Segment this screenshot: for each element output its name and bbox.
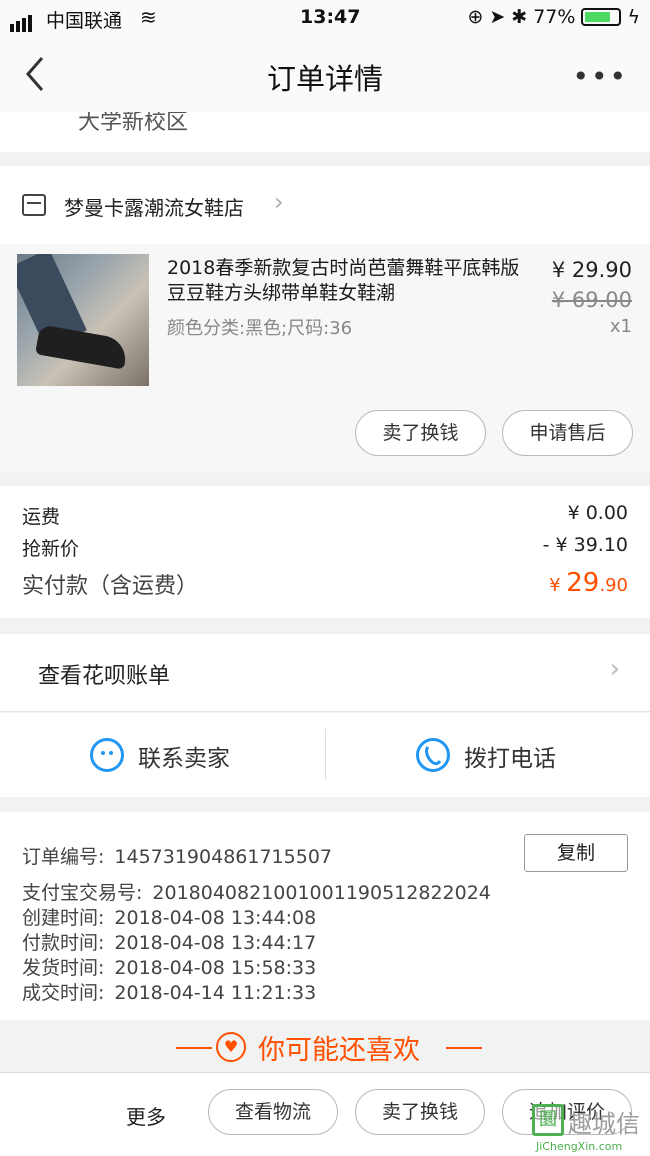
- recommend-header: ♥ 你可能还喜欢: [0, 1020, 650, 1072]
- shipping-label: 运费: [22, 506, 61, 528]
- alipay-number: 2018040821001001190512822024: [152, 882, 491, 904]
- clock: 13:47: [300, 6, 361, 28]
- created-row: 创建时间: 2018-04-08 13:44:08: [22, 907, 317, 929]
- shipping-value: ¥ 0.00: [567, 502, 628, 524]
- copy-button[interactable]: 复制: [524, 834, 628, 872]
- address-text: 大学新校区: [78, 112, 189, 135]
- total-label: 实付款（含运费）: [22, 574, 199, 599]
- alipay-row: 支付宝交易号: 2018040821001001190512822024: [22, 882, 491, 904]
- huabei-bill-row[interactable]: 查看花呗账单 ›: [0, 634, 650, 712]
- watermark-logo: 圜 趣城信 JiChengXin.com: [532, 1104, 650, 1156]
- total-row: 实付款（含运费） ¥ 29.90: [22, 568, 628, 600]
- contact-seller-label: 联系卖家: [138, 746, 230, 772]
- shop-name: 梦曼卡露潮流女鞋店: [64, 196, 244, 220]
- huabei-label: 查看花呗账单: [38, 664, 171, 689]
- shipped-row: 发货时间: 2018-04-08 15:58:33: [22, 957, 317, 979]
- product-image[interactable]: [17, 254, 149, 386]
- location-icon: ➤: [489, 6, 506, 28]
- page-title: 订单详情: [266, 62, 383, 96]
- battery-icon: [581, 8, 622, 26]
- paid-row: 付款时间: 2018-04-08 13:44:17: [22, 932, 317, 954]
- discount-row: 抢新价 - ¥ 39.10: [22, 534, 628, 561]
- status-bar: 中国联通 ≋ 13:47 ⊕ ➤ ✱ 77% ϟ: [0, 0, 650, 36]
- contact-seller-button[interactable]: 联系卖家: [0, 713, 325, 797]
- product-quantity: x1: [609, 316, 632, 337]
- phone-icon: [416, 738, 450, 772]
- product-title: 2018春季新款复古时尚芭蕾舞鞋平底韩版豆豆鞋方头绑带单鞋女鞋潮: [167, 257, 520, 304]
- shop-icon: [22, 194, 46, 216]
- rotation-lock-icon: ⊕: [467, 6, 484, 28]
- more-icon[interactable]: •••: [572, 60, 628, 93]
- address-section: 大学新校区: [0, 112, 650, 152]
- nav-bar: 订单详情 •••: [0, 36, 650, 112]
- order-item[interactable]: 2018春季新款复古时尚芭蕾舞鞋平底韩版豆豆鞋方头绑带单鞋女鞋潮 颜色分类:黑色…: [0, 244, 650, 472]
- fee-summary: 运费 ¥ 0.00 抢新价 - ¥ 39.10 实付款（含运费） ¥ 29.90: [0, 486, 650, 618]
- wifi-icon: ≋: [140, 5, 157, 29]
- shipping-row: 运费 ¥ 0.00: [22, 502, 628, 529]
- chevron-right-icon: ›: [609, 654, 620, 684]
- order-number-row: 订单编号: 145731904861715507: [22, 846, 332, 868]
- charging-icon: ϟ: [627, 6, 640, 28]
- order-info: 订单编号: 145731904861715507 复制 支付宝交易号: 201804…: [0, 812, 650, 1020]
- call-phone-label: 拨打电话: [464, 746, 556, 772]
- heart-icon: ♥: [216, 1032, 246, 1062]
- recommend-title: 你可能还喜欢: [258, 1035, 420, 1066]
- bluetooth-icon: ✱: [511, 6, 528, 28]
- sell-for-cash-button[interactable]: 卖了换钱: [355, 410, 486, 456]
- chat-face-icon: [90, 738, 124, 772]
- view-logistics-button[interactable]: 查看物流: [208, 1089, 338, 1135]
- product-price: ¥ 29.90: [551, 258, 632, 282]
- call-phone-button[interactable]: 拨打电话: [326, 713, 650, 797]
- sell-for-cash-button[interactable]: 卖了换钱: [355, 1089, 485, 1135]
- original-price: ¥ 69.00: [551, 288, 632, 312]
- chevron-right-icon: ›: [274, 188, 284, 216]
- signal-icon: [10, 10, 34, 32]
- request-after-sale-button[interactable]: 申请售后: [502, 410, 633, 456]
- carrier-label: 中国联通: [46, 10, 123, 32]
- more-button[interactable]: 更多: [126, 1101, 166, 1130]
- discount-label: 抢新价: [22, 538, 80, 560]
- battery-level: [585, 12, 611, 22]
- discount-value: - ¥ 39.10: [542, 534, 628, 556]
- product-spec: 颜色分类:黑色;尺码:36: [167, 318, 353, 339]
- battery-percent: 77%: [533, 6, 576, 28]
- completed-row: 成交时间: 2018-04-14 11:21:33: [22, 982, 317, 1004]
- shop-header[interactable]: 梦曼卡露潮流女鞋店 ›: [0, 166, 650, 244]
- contact-bar: 联系卖家 拨打电话: [0, 713, 650, 797]
- order-number: 145731904861715507: [114, 846, 332, 868]
- total-value: ¥ 29.90: [549, 568, 628, 598]
